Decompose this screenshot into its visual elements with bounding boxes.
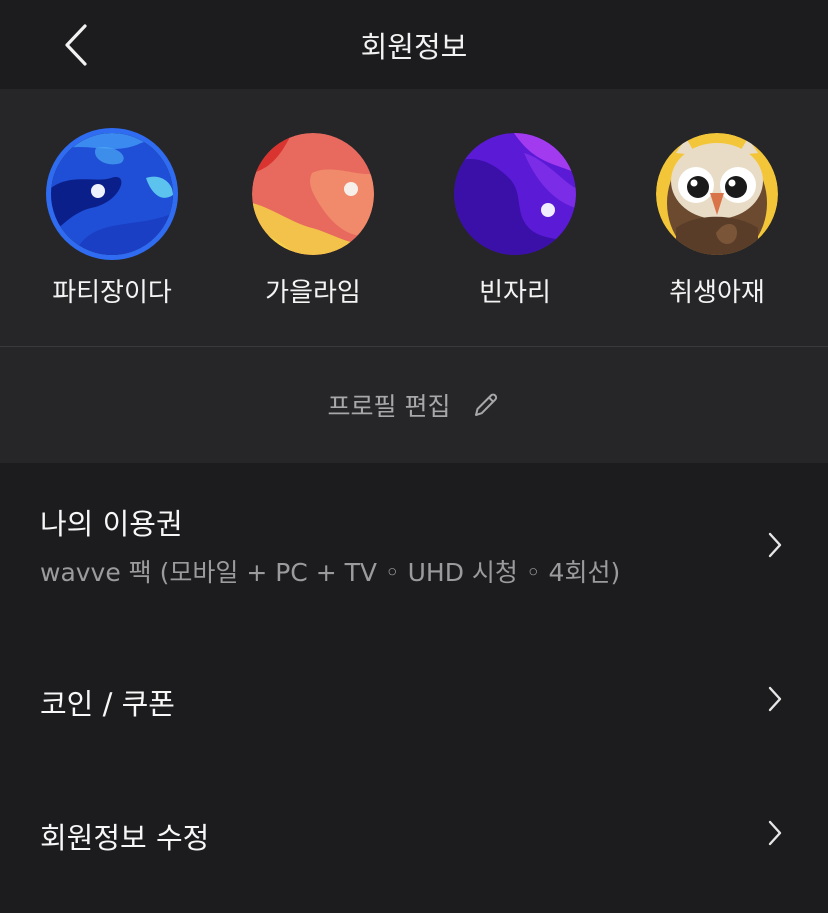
- edit-profile-label: 프로필 편집: [327, 392, 451, 421]
- menu-item-title: 회원정보 수정: [40, 821, 210, 855]
- profile-name: 빈자리: [479, 278, 551, 308]
- profile-item-4[interactable]: 취생아재: [632, 127, 802, 309]
- edit-profile-button[interactable]: 프로필 편집: [0, 347, 828, 463]
- settings-menu: 나의 이용권 wavve 팩 (모바일 + PC + TV ◦ UHD 시청 ◦…: [0, 463, 828, 913]
- menu-item-my-pass[interactable]: 나의 이용권 wavve 팩 (모바일 + PC + TV ◦ UHD 시청 ◦…: [0, 463, 828, 613]
- profile-name: 파티장이다: [52, 278, 172, 308]
- profile-name: 취생아재: [669, 278, 765, 308]
- profile-item-2[interactable]: 가을라임: [228, 127, 398, 309]
- menu-item-subtitle: wavve 팩 (모바일 + PC + TV ◦ UHD 시청 ◦ 4회선): [40, 558, 621, 587]
- blue-planet-avatar: [51, 133, 173, 255]
- owl-avatar: [656, 133, 778, 255]
- menu-item-title: 코인 / 쿠폰: [40, 687, 175, 721]
- profile-item-3[interactable]: 빈자리: [430, 127, 600, 309]
- profile-item-1[interactable]: 파티장이다: [27, 127, 197, 309]
- chevron-right-icon: [768, 532, 782, 558]
- chevron-right-icon: [768, 686, 782, 712]
- menu-item-edit-member-info[interactable]: 회원정보 수정: [0, 777, 828, 887]
- purple-planet-avatar: [454, 133, 576, 255]
- top-bar: 회원정보: [0, 0, 828, 89]
- profile-name: 가을라임: [265, 278, 361, 308]
- profile-list: 파티장이다 가을라임 빈자리 취생아재: [0, 89, 828, 346]
- menu-item-coin-coupon[interactable]: 코인 / 쿠폰: [0, 643, 828, 753]
- pencil-icon: [475, 393, 498, 416]
- menu-item-title: 나의 이용권: [40, 507, 183, 541]
- chevron-right-icon: [768, 820, 782, 846]
- coral-planet-avatar: [252, 133, 374, 255]
- page-title: 회원정보: [360, 30, 468, 64]
